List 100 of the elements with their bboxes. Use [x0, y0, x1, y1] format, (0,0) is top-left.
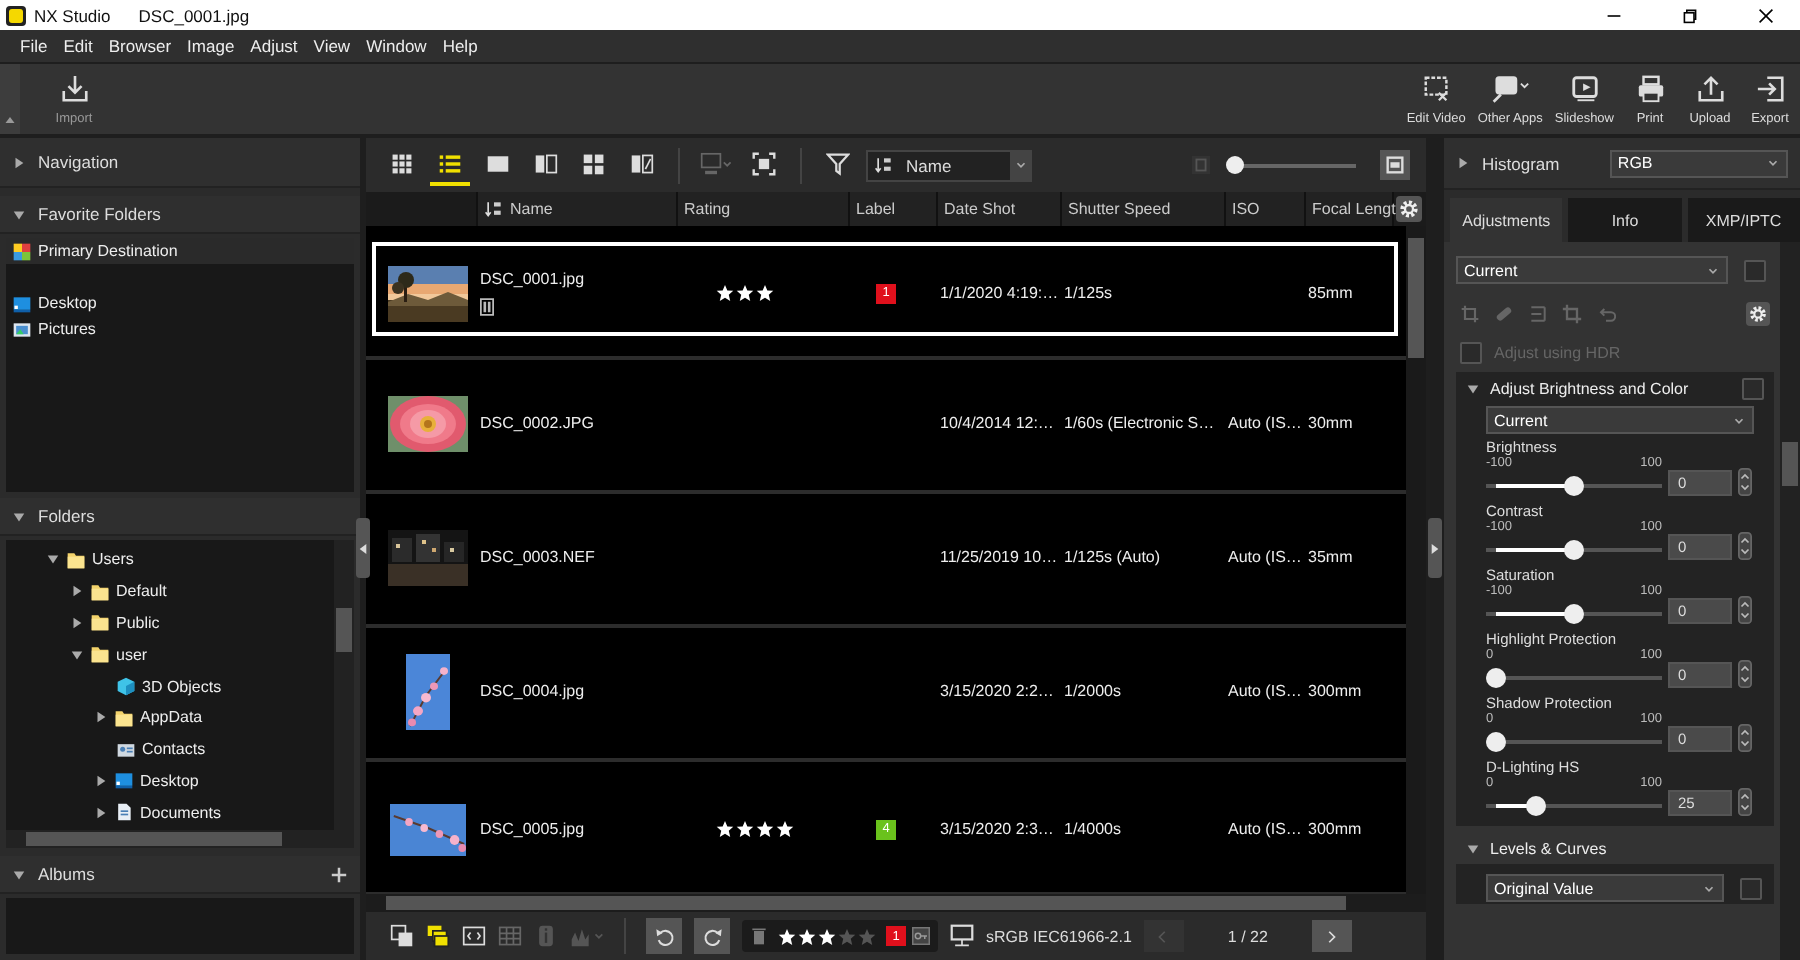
column-header[interactable]: Date Shot [938, 192, 1062, 226]
next-button[interactable] [1311, 920, 1352, 952]
filter-icon [826, 151, 850, 175]
spinner-icon[interactable] [1738, 660, 1752, 688]
menu-item[interactable]: Image [179, 36, 243, 56]
expand-arrow-icon[interactable] [94, 805, 108, 820]
panel-header[interactable]: Histogram RGB [1444, 138, 1800, 190]
file-row[interactable]: DSC_0004.jpg 3/15/2020 2:2… 1/2000s Auto (IS… 300mm [372, 644, 1398, 738]
stacked-squares-icon[interactable] [426, 924, 450, 948]
collapse-handle[interactable] [356, 518, 370, 578]
slider-thumb[interactable] [1486, 731, 1506, 751]
section-header[interactable]: Levels & Curves [1456, 832, 1774, 864]
star-icon [838, 927, 856, 945]
rectangle-icon [486, 151, 510, 175]
arrow-into-box-icon [1755, 73, 1785, 103]
favorite-item[interactable]: Desktop [6, 290, 354, 316]
tab[interactable]: Info [1568, 198, 1682, 242]
checkbox[interactable] [1744, 259, 1766, 281]
table-cell-text: 1/1/2020 4:19:… [940, 284, 1061, 302]
collapse-handle[interactable] [1428, 518, 1442, 578]
slider-thumb[interactable] [1564, 539, 1584, 559]
spinner-icon[interactable] [1738, 532, 1752, 560]
folder-icon [66, 549, 86, 570]
folder-item[interactable]: Documents [140, 803, 221, 822]
column-header[interactable]: Name [478, 192, 678, 226]
checkbox[interactable] [1742, 377, 1764, 399]
favorite-item[interactable]: Primary Destination [6, 238, 354, 264]
spinner-icon[interactable] [1738, 788, 1752, 816]
file-row[interactable]: DSC_0002.JPG 10/4/2014 12:… 1/60s (Electronic S… Auto (IS… 30mm [372, 376, 1398, 470]
panel-header[interactable]: Folders [0, 498, 360, 536]
folder-item[interactable]: AppData [140, 708, 203, 727]
folder-item[interactable]: 3D Objects [142, 677, 222, 696]
menu-item[interactable]: Browser [100, 36, 180, 56]
plus-icon[interactable] [330, 865, 348, 883]
file-row[interactable]: DSC_0003.NEF 11/25/2019 10… 1/125s (Auto) Auto (IS… 35mm [372, 510, 1398, 604]
folder-item[interactable]: Public [116, 613, 160, 632]
checkbox[interactable] [1740, 877, 1762, 899]
collapse-arrow-icon[interactable] [70, 647, 84, 662]
frame-icon[interactable] [462, 924, 486, 948]
scrollbar[interactable] [1406, 226, 1426, 894]
scrollbar[interactable] [1780, 242, 1800, 960]
collapse-arrow-icon[interactable] [46, 552, 60, 567]
tab[interactable]: XMP/IPTC [1687, 198, 1800, 242]
panel-header[interactable]: Favorite Folders [0, 196, 360, 234]
slider-thumb[interactable] [1564, 475, 1584, 495]
preset-dropdown[interactable]: Current [1456, 256, 1728, 284]
menu-item[interactable]: Adjust [242, 36, 306, 56]
menu-item[interactable]: File [12, 36, 56, 56]
sort-dropdown[interactable]: Name [866, 149, 1032, 181]
spinner-icon[interactable] [1738, 468, 1752, 496]
tab[interactable]: Adjustments [1450, 198, 1563, 242]
spinner-icon[interactable] [1738, 596, 1752, 624]
preset-dropdown[interactable]: Original Value [1486, 874, 1724, 902]
section-title: Levels & Curves [1490, 839, 1607, 857]
favorite-item[interactable]: Pictures [6, 316, 354, 342]
trash-icon[interactable] [750, 926, 768, 946]
channel-dropdown[interactable]: RGB [1609, 149, 1788, 177]
rotate-left-button[interactable] [646, 918, 682, 954]
column-header[interactable]: Rating [678, 192, 850, 226]
close-icon [1758, 7, 1774, 23]
folder-item[interactable]: Default [116, 582, 167, 601]
menu-item[interactable]: View [305, 36, 359, 56]
menu-item[interactable]: Help [434, 36, 486, 56]
slider-thumb[interactable] [1486, 667, 1506, 687]
panel-header[interactable]: Navigation [0, 138, 360, 188]
stacked-squares-icon[interactable] [390, 924, 414, 948]
settings-icon[interactable] [1396, 196, 1422, 222]
expand-arrow-icon[interactable] [94, 773, 108, 788]
panel-header[interactable]: Albums [0, 856, 360, 894]
column-header[interactable]: Shutter Speed [1062, 192, 1226, 226]
expand-arrow-icon[interactable] [70, 584, 84, 599]
preset-dropdown[interactable]: Current [1486, 406, 1754, 434]
scrollbar[interactable] [334, 540, 354, 830]
expand-arrow-icon[interactable] [70, 615, 84, 630]
slider-thumb[interactable] [1564, 603, 1584, 623]
rotate-right-button[interactable] [694, 918, 730, 954]
menu-item[interactable]: Edit [55, 36, 101, 56]
large-thumbnail-button[interactable] [1380, 150, 1410, 180]
section-header[interactable]: Adjust Brightness and Color [1456, 372, 1774, 404]
settings-icon [1748, 304, 1768, 324]
contact-card-icon [116, 739, 136, 760]
folder-item[interactable]: Contacts [142, 740, 206, 759]
chevron-right-icon [1324, 929, 1339, 943]
column-header[interactable]: ISO [1226, 192, 1306, 226]
slider-thumb[interactable] [1226, 156, 1245, 174]
key-icon[interactable] [912, 926, 930, 946]
small-thumbnail-icon[interactable] [1190, 154, 1212, 176]
column-header[interactable]: Focal Lengt [1306, 192, 1394, 226]
settings-button[interactable] [1746, 302, 1770, 326]
column-header[interactable]: Label [850, 192, 938, 226]
folder-item[interactable]: Users [92, 550, 134, 569]
slider-thumb[interactable] [1525, 795, 1545, 815]
spinner-icon[interactable] [1738, 724, 1752, 752]
folder-item[interactable]: user [116, 645, 148, 664]
folder-item[interactable]: Desktop [140, 771, 199, 790]
scrollbar[interactable] [366, 894, 1426, 912]
menu-item[interactable]: Window [358, 36, 435, 56]
expand-arrow-icon[interactable] [94, 710, 108, 725]
scrollbar[interactable] [6, 830, 354, 848]
grid-icon[interactable] [498, 924, 522, 948]
